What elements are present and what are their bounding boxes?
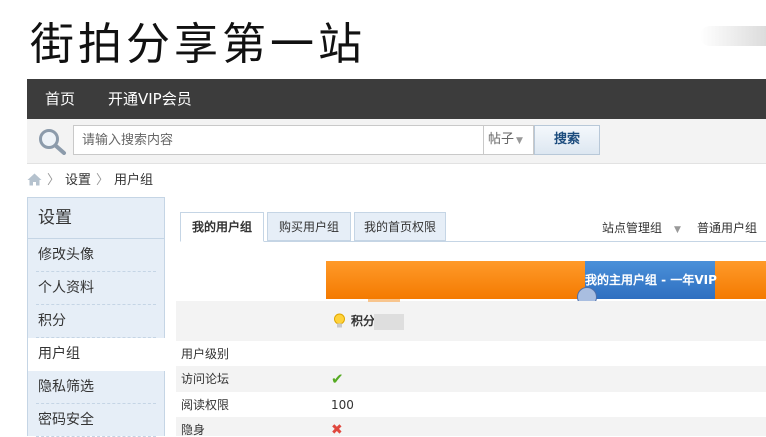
lightbulb-icon [334, 313, 345, 328]
sidebar-item-privacy[interactable]: 隐私筛选 [28, 371, 164, 404]
search-icon [39, 129, 66, 155]
permission-row: 访问论坛 ✔ [176, 366, 766, 392]
points-value-redacted [374, 314, 404, 330]
tab-my-usergroup[interactable]: 我的用户组 [180, 212, 264, 242]
tab-divider [180, 241, 766, 242]
nav-home[interactable]: 首页 [45, 79, 75, 119]
site-logo[interactable]: 街拍分享第一站 [30, 8, 366, 72]
current-group-label: 我的主用户组 - 一年VIP [585, 261, 717, 299]
search-input[interactable] [74, 126, 480, 154]
nav-vip[interactable]: 开通VIP会员 [108, 79, 192, 119]
breadcrumb-separator: 〉 [96, 173, 110, 188]
sidebar-item-points[interactable]: 积分 [28, 305, 164, 338]
sidebar-item-usergroup[interactable]: 用户组 [28, 338, 165, 371]
admin-group-label: 站点管理组 [602, 221, 663, 235]
breadcrumb-settings[interactable]: 设置 [65, 173, 91, 188]
breadcrumb-separator: 〉 [47, 173, 61, 188]
sidebar-title: 设置 [28, 198, 164, 239]
tab-home-permissions[interactable]: 我的首页权限 [354, 212, 446, 241]
permission-row: 用户级别 [176, 341, 766, 367]
permission-value: 100 [331, 398, 354, 412]
breadcrumb-current: 用户组 [114, 173, 154, 188]
permission-row: 隐身 ✖ [176, 417, 766, 436]
points-label: 积分 [351, 314, 376, 328]
search-type-label: 帖子 [488, 132, 515, 147]
link-normal-group[interactable]: 普通用户组 [697, 219, 757, 236]
chevron-down-icon: ▼ [516, 136, 523, 146]
chevron-down-icon: ▼ [674, 225, 681, 235]
search-button[interactable]: 搜索 [534, 125, 600, 155]
breadcrumb: 〉设置〉用户组 [27, 172, 153, 190]
check-icon: ✔ [331, 370, 344, 388]
sidebar-item-password[interactable]: 密码安全 [28, 404, 164, 437]
search-type-select[interactable]: 帖子 ▼ [484, 125, 534, 155]
permission-label: 隐身 [181, 423, 206, 436]
main-nav: 首页 开通VIP会员 [27, 79, 766, 119]
search-bar: 帖子▼ 搜索 [27, 119, 766, 164]
sidebar-item-profile[interactable]: 个人资料 [28, 272, 164, 305]
sidebar-item-avatar[interactable]: 修改头像 [28, 239, 164, 272]
link-admin-group[interactable]: 站点管理组 ▼ [602, 219, 681, 236]
settings-sidebar: 设置 修改头像 个人资料 积分 用户组 隐私筛选 密码安全 [27, 197, 165, 437]
permission-row: 阅读权限 100 [176, 392, 766, 418]
points-row [176, 301, 766, 341]
tab-buy-usergroup[interactable]: 购买用户组 [267, 212, 351, 241]
header-decoration [700, 26, 766, 46]
permission-label: 阅读权限 [181, 398, 230, 412]
points-indicator [368, 299, 400, 302]
permission-label: 访问论坛 [181, 372, 230, 386]
home-icon[interactable] [27, 173, 42, 186]
cross-icon: ✖ [331, 422, 343, 436]
permission-label: 用户级别 [181, 347, 230, 361]
search-input-wrapper [73, 125, 484, 155]
